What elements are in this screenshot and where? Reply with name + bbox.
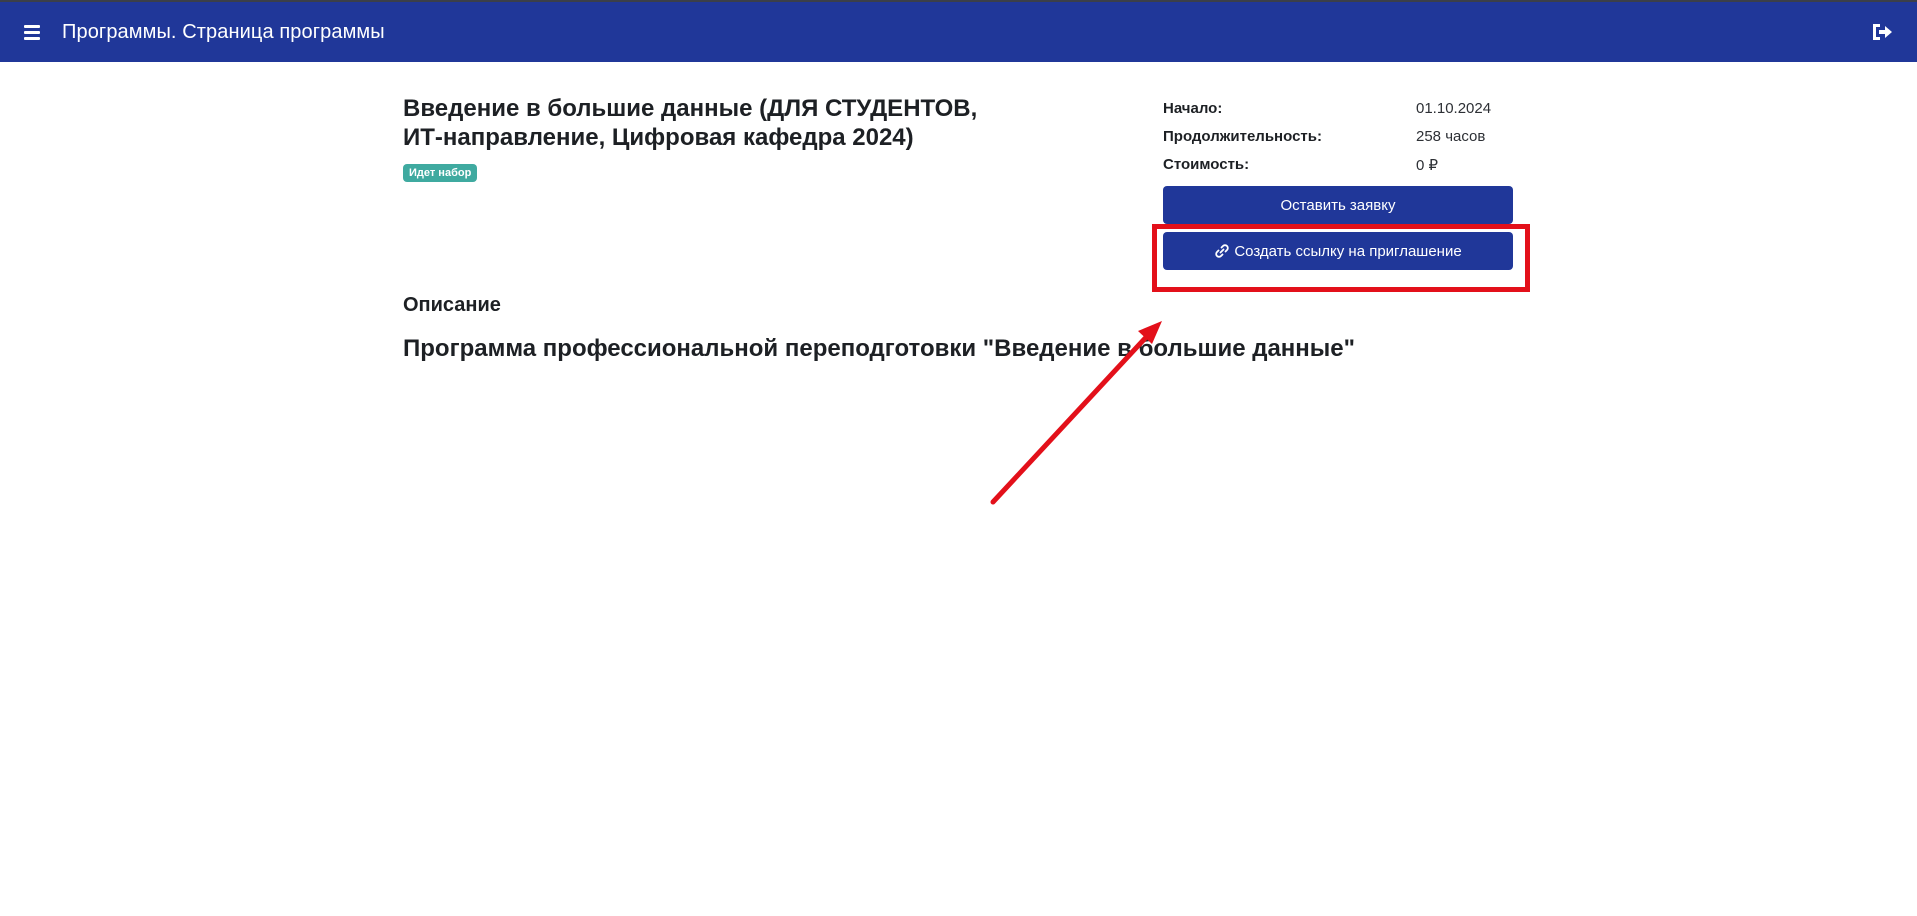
cost-value: 0 ₽ [1416, 157, 1439, 174]
info-row-duration: Продолжительность: 258 часов [1163, 128, 1523, 156]
duration-label: Продолжительность: [1163, 128, 1322, 145]
create-invite-link-button[interactable]: Создать ссылку на приглашение [1163, 232, 1513, 270]
link-icon [1214, 243, 1230, 259]
duration-value: 258 часов [1416, 128, 1486, 145]
sign-out-icon[interactable] [1871, 22, 1893, 42]
top-bar: Программы. Страница программы [0, 0, 1917, 62]
hamburger-menu-icon[interactable] [24, 24, 42, 40]
status-badge: Идет набор [403, 164, 478, 182]
description-text: Программа профессиональной переподготовк… [403, 335, 1356, 362]
info-row-start: Начало: 01.10.2024 [1163, 100, 1523, 128]
page-title: Программы. Страница программы [62, 21, 385, 43]
apply-button[interactable]: Оставить заявку [1163, 186, 1513, 224]
description-heading: Описание [403, 294, 501, 316]
create-invite-link-label: Создать ссылку на приглашение [1234, 242, 1462, 260]
start-label: Начало: [1163, 100, 1223, 117]
program-title: Введение в большие данные (ДЛЯ СТУДЕНТОВ… [403, 95, 978, 151]
info-row-cost: Стоимость: 0 ₽ [1163, 156, 1523, 184]
cost-label: Стоимость: [1163, 156, 1250, 173]
start-value: 01.10.2024 [1416, 100, 1492, 117]
program-info: Начало: 01.10.2024 Продолжительность: 25… [1163, 100, 1523, 184]
page: Программы. Страница программы Введение в… [0, 0, 1917, 916]
